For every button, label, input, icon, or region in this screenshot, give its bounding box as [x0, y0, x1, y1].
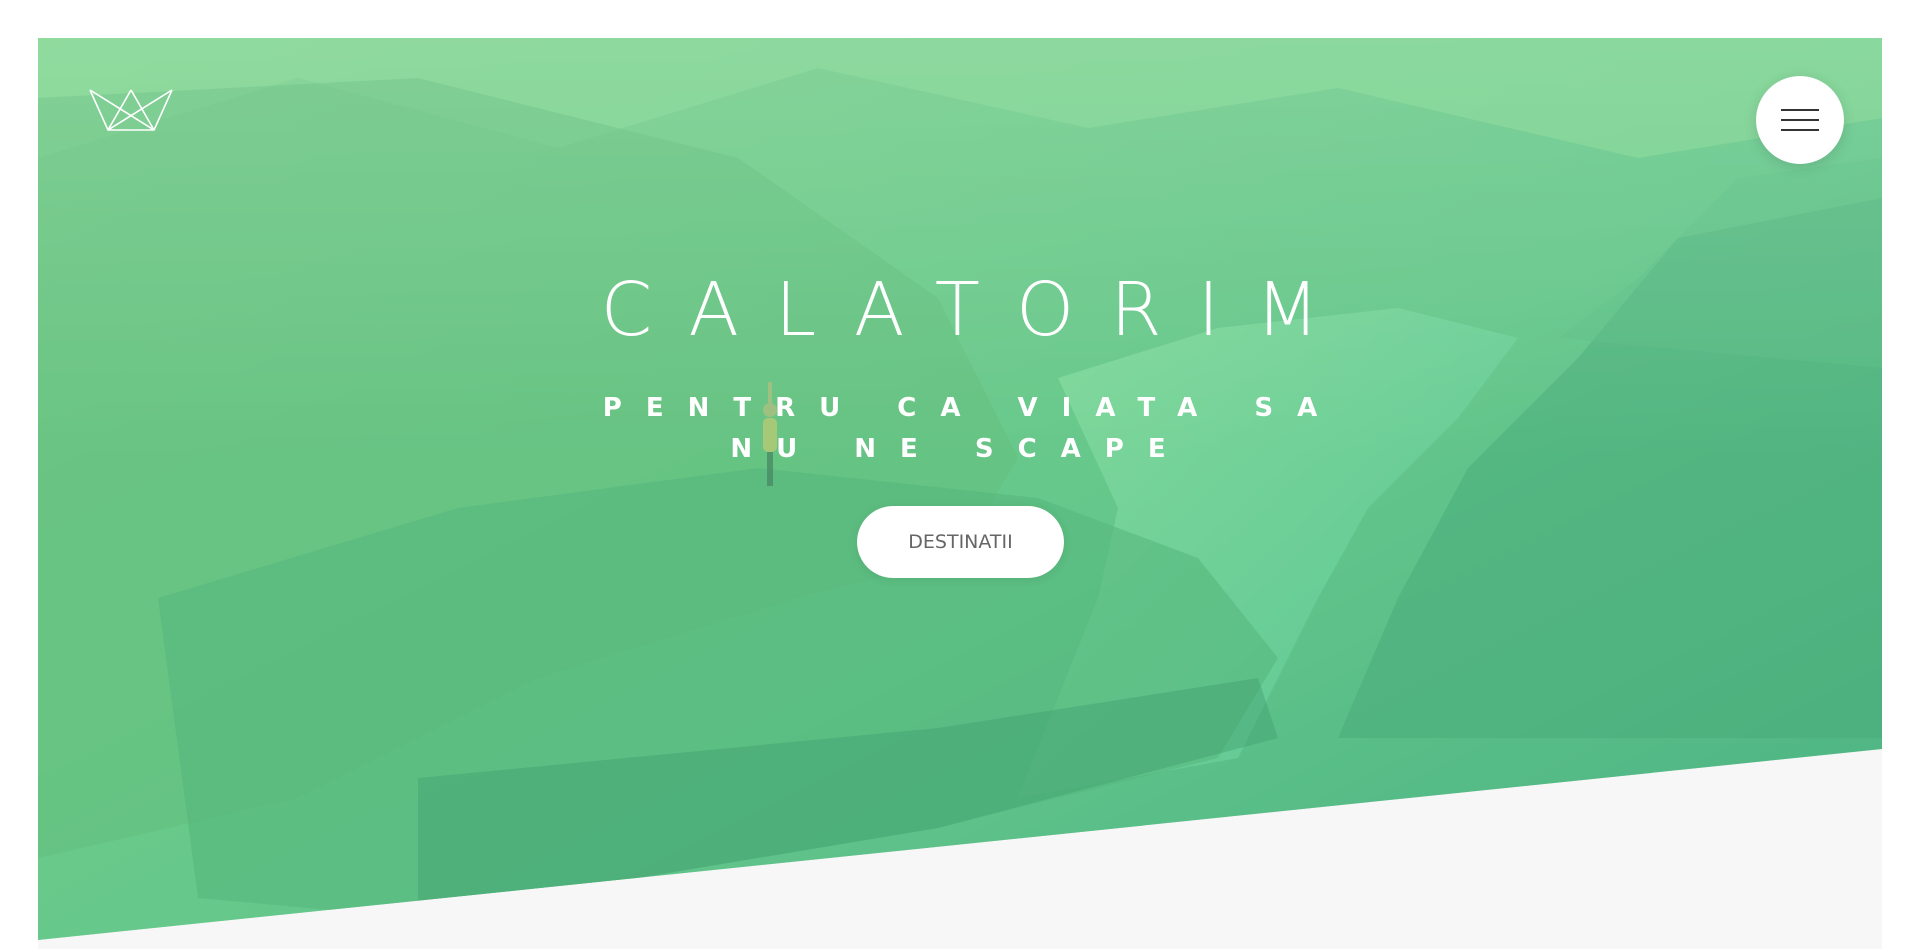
crown-logo-icon[interactable] — [88, 88, 174, 132]
hero-subtitle: PENTRU CA VIATA SA NU NE SCAPE — [602, 393, 1342, 464]
site-frame: CALATORIM PENTRU CA VIATA SA NU NE SCAPE… — [38, 38, 1882, 949]
hero-section: CALATORIM PENTRU CA VIATA SA NU NE SCAPE… — [38, 38, 1882, 940]
hero-title: CALATORIM — [600, 267, 1356, 353]
destinations-button[interactable]: DESTINATII — [857, 506, 1064, 578]
hero-background-image — [38, 38, 1882, 940]
hamburger-menu-icon — [1781, 109, 1819, 131]
menu-button[interactable] — [1756, 76, 1844, 164]
page: CALATORIM PENTRU CA VIATA SA NU NE SCAPE… — [0, 0, 1920, 949]
